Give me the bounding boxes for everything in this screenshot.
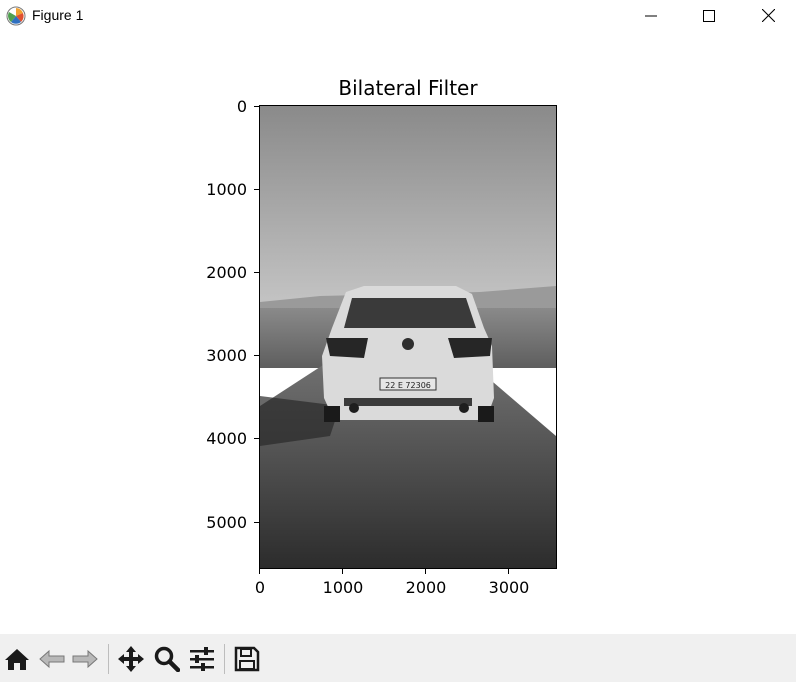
home-icon <box>5 649 29 670</box>
x-tick-mark-3000 <box>508 569 509 574</box>
back-arrow-icon <box>39 649 65 669</box>
forward-button[interactable] <box>68 642 102 676</box>
image-axes[interactable]: 22 E 72306 <box>259 105 557 569</box>
floppy-disk-icon <box>234 646 260 672</box>
toolbar-separator <box>108 644 109 674</box>
pan-button[interactable] <box>114 642 148 676</box>
maximize-icon <box>703 9 715 22</box>
maximize-button[interactable] <box>686 0 732 31</box>
x-tick-label: 1000 <box>322 578 364 597</box>
x-tick-mark-2000 <box>425 569 426 574</box>
matplotlib-logo-icon <box>6 6 26 26</box>
close-button[interactable] <box>745 0 791 31</box>
y-tick-mark-3000 <box>254 355 259 356</box>
plot-title: Bilateral Filter <box>338 76 478 100</box>
sliders-icon <box>190 647 214 671</box>
magnifier-icon <box>154 646 180 672</box>
minimize-button[interactable] <box>628 0 674 31</box>
save-button[interactable] <box>230 642 264 676</box>
grayscale-car-image: 22 E 72306 <box>260 106 556 568</box>
x-tick-mark-1000 <box>342 569 343 574</box>
y-tick-mark-1000 <box>254 189 259 190</box>
y-tick-mark-4000 <box>254 438 259 439</box>
y-tick-label: 3000 <box>206 346 247 365</box>
y-tick-mark-5000 <box>254 522 259 523</box>
zoom-button[interactable] <box>150 642 184 676</box>
home-button[interactable] <box>0 642 34 676</box>
toolbar-separator <box>224 644 225 674</box>
window-titlebar: Figure 1 <box>0 0 796 32</box>
x-tick-label: 3000 <box>488 578 530 597</box>
x-tick-mark-0 <box>259 569 260 574</box>
forward-arrow-icon <box>72 649 98 669</box>
y-tick-label: 2000 <box>206 263 247 282</box>
window-title: Figure 1 <box>32 7 84 23</box>
y-tick-label: 5000 <box>206 513 247 532</box>
minimize-icon <box>645 15 657 16</box>
move-icon <box>118 646 144 672</box>
y-tick-label: 4000 <box>206 429 247 448</box>
close-icon <box>761 9 775 22</box>
y-tick-mark-0 <box>254 106 259 107</box>
y-tick-label: 0 <box>236 97 247 116</box>
configure-subplots-button[interactable] <box>185 642 219 676</box>
navigation-toolbar <box>0 634 796 682</box>
y-tick-label: 1000 <box>206 180 247 199</box>
y-tick-mark-2000 <box>254 272 259 273</box>
back-button[interactable] <box>35 642 69 676</box>
x-tick-label: 2000 <box>405 578 447 597</box>
license-plate: 22 E 72306 <box>385 381 431 390</box>
x-tick-label: 0 <box>254 578 266 597</box>
